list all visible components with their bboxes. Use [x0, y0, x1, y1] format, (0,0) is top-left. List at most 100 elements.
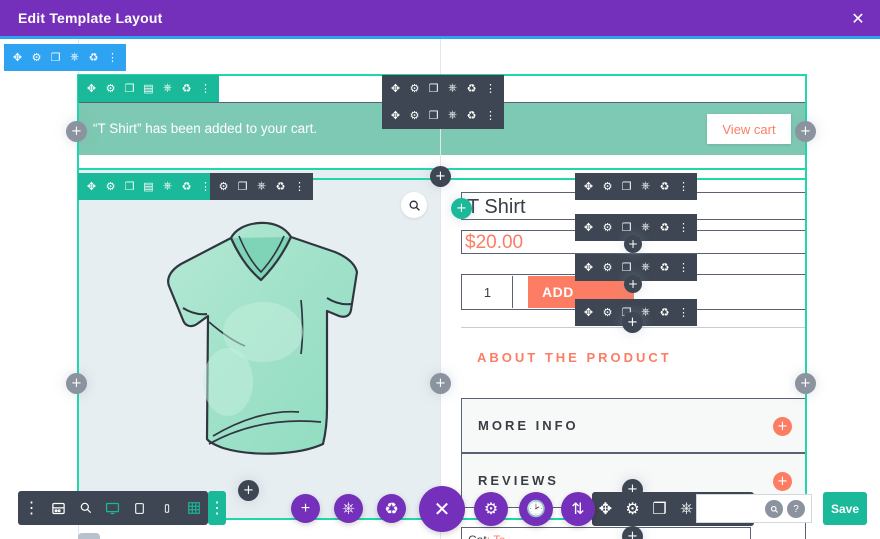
help-icon[interactable]: ? [787, 500, 805, 518]
duplicate-icon[interactable]: ❐ [120, 75, 139, 102]
phone-icon[interactable] [153, 491, 180, 525]
move-icon[interactable]: ✥ [579, 254, 598, 281]
trash-icon[interactable]: ♻ [271, 173, 290, 200]
add-column-icon[interactable]: + [430, 373, 451, 394]
builder-settings-bar[interactable]: ⋮ ⎈ [18, 491, 207, 525]
gear-icon[interactable]: ⚙ [101, 173, 120, 200]
move-icon[interactable]: ✥ [8, 44, 27, 71]
add-section-icon[interactable]: + [451, 198, 472, 219]
history-button[interactable]: 🕑 [519, 492, 553, 526]
trash-icon[interactable]: ♻ [84, 44, 103, 71]
more-icon[interactable]: ⋮ [290, 173, 309, 200]
module-toolbar-a[interactable]: ✥ ⚙ ❐ ⎈ ♻ ⋮ [382, 75, 504, 102]
add-module-icon-6[interactable]: + [238, 480, 259, 501]
search-icon[interactable] [765, 500, 783, 518]
row-toolbar-1[interactable]: ✥ ⚙ ❐ ▤ ⎈ ♻ ⋮ [78, 75, 219, 102]
more-icon[interactable]: ⋮ [674, 173, 693, 200]
power-icon[interactable]: ⎈ [65, 44, 84, 71]
trash-icon[interactable]: ♻ [177, 173, 196, 200]
grid-more-button[interactable]: ⋮ [208, 491, 226, 525]
add-section-button[interactable]: + [291, 494, 320, 523]
sort-button[interactable]: ⇅ [561, 492, 595, 526]
duplicate-icon[interactable]: ❐ [46, 44, 65, 71]
columns-icon[interactable]: ▤ [139, 173, 158, 200]
gear-icon[interactable]: ⚙ [598, 254, 617, 281]
gear-icon[interactable]: ⚙ [27, 44, 46, 71]
section-toolbar[interactable]: ✥ ⚙ ❐ ⎈ ♻ ⋮ [4, 44, 126, 71]
duplicate-icon[interactable]: ❐ [617, 173, 636, 200]
settings-button[interactable]: ⚙ [474, 492, 508, 526]
trash-icon[interactable]: ♻ [655, 254, 674, 281]
move-icon[interactable]: ✥ [82, 173, 101, 200]
duplicate-icon[interactable]: ❐ [424, 75, 443, 102]
more-icon[interactable]: ⋮ [103, 44, 122, 71]
add-module-icon-3[interactable]: + [624, 275, 642, 293]
gear-icon[interactable]: ⚙ [598, 214, 617, 241]
plus-icon[interactable]: + [773, 417, 792, 436]
columns-icon[interactable]: ▤ [139, 75, 158, 102]
add-row-right-icon-2[interactable]: + [795, 373, 816, 394]
add-module-icon-2[interactable]: + [624, 235, 642, 253]
duplicate-icon[interactable]: ❐ [120, 173, 139, 200]
more-icon[interactable]: ⋮ [196, 75, 215, 102]
grid-view-button[interactable] [180, 491, 208, 525]
power-button[interactable]: ⎈ [334, 494, 363, 523]
more-icon[interactable]: ⋮ [18, 491, 45, 525]
power-icon[interactable]: ⎈ [636, 173, 655, 200]
trash-icon[interactable]: ♻ [655, 299, 674, 326]
move-icon[interactable]: ✥ [592, 492, 619, 526]
power-icon[interactable]: ⎈ [443, 75, 462, 102]
gear-icon[interactable]: ⚙ [619, 492, 646, 526]
move-icon[interactable]: ✥ [579, 214, 598, 241]
move-icon[interactable]: ✥ [386, 102, 405, 129]
drag-handle[interactable] [78, 533, 100, 539]
wireframe-icon[interactable] [45, 491, 72, 525]
add-row-right-icon[interactable]: + [795, 121, 816, 142]
url-bar[interactable]: ? [696, 494, 812, 523]
gear-icon[interactable]: ⚙ [214, 173, 233, 200]
save-button[interactable]: Save [823, 492, 867, 525]
trash-icon[interactable]: ♻ [655, 173, 674, 200]
module-toolbar-c[interactable]: ⚙ ❐ ⎈ ♻ ⋮ [210, 173, 313, 200]
add-row-left-icon[interactable]: + [66, 121, 87, 142]
accordion-more-info[interactable]: MORE INFO + [461, 398, 807, 453]
add-module-icon[interactable]: + [430, 166, 451, 187]
desktop-icon[interactable] [99, 491, 126, 525]
duplicate-icon[interactable]: ❐ [424, 102, 443, 129]
power-icon[interactable]: ⎈ [443, 102, 462, 129]
gear-icon[interactable]: ⚙ [598, 299, 617, 326]
add-module-icon-4[interactable]: + [622, 312, 643, 333]
close-icon[interactable]: ✕ [848, 9, 868, 29]
trash-icon[interactable]: ♻ [177, 75, 196, 102]
plus-icon[interactable]: + [773, 472, 792, 491]
gear-icon[interactable]: ⚙ [405, 75, 424, 102]
add-row-left-icon-2[interactable]: + [66, 373, 87, 394]
trash-icon[interactable]: ♻ [462, 75, 481, 102]
product-categories-module[interactable]: Cat: Ts [461, 527, 751, 539]
tablet-icon[interactable] [126, 491, 153, 525]
module-toolbar-title[interactable]: ✥ ⚙ ❐ ⎈ ♻ ⋮ [575, 173, 697, 200]
gear-icon[interactable]: ⚙ [405, 102, 424, 129]
row-toolbar-2[interactable]: ✥ ⚙ ❐ ▤ ⎈ ♻ ⋮ [78, 173, 219, 200]
more-icon[interactable]: ⋮ [208, 491, 226, 525]
trash-icon[interactable]: ♻ [655, 214, 674, 241]
move-icon[interactable]: ✥ [579, 173, 598, 200]
view-cart-button[interactable]: View cart [707, 114, 791, 144]
quantity-input[interactable]: 1 [463, 276, 513, 308]
more-icon[interactable]: ⋮ [481, 75, 500, 102]
move-icon[interactable]: ✥ [82, 75, 101, 102]
more-icon[interactable]: ⋮ [674, 254, 693, 281]
trash-icon[interactable]: ♻ [462, 102, 481, 129]
duplicate-icon[interactable]: ❐ [233, 173, 252, 200]
power-icon[interactable]: ⎈ [158, 173, 177, 200]
gear-icon[interactable]: ⚙ [598, 173, 617, 200]
product-image-column[interactable] [79, 170, 441, 518]
more-icon[interactable]: ⋮ [481, 102, 500, 129]
more-icon[interactable]: ⋮ [674, 299, 693, 326]
module-toolbar-b[interactable]: ✥ ⚙ ❐ ⎈ ♻ ⋮ [382, 102, 504, 129]
duplicate-icon[interactable]: ❐ [646, 492, 673, 526]
trash-button[interactable]: ♻ [377, 494, 406, 523]
move-icon[interactable]: ✥ [386, 75, 405, 102]
zoom-icon[interactable] [72, 491, 99, 525]
categories-link[interactable]: : Ts [487, 533, 505, 539]
